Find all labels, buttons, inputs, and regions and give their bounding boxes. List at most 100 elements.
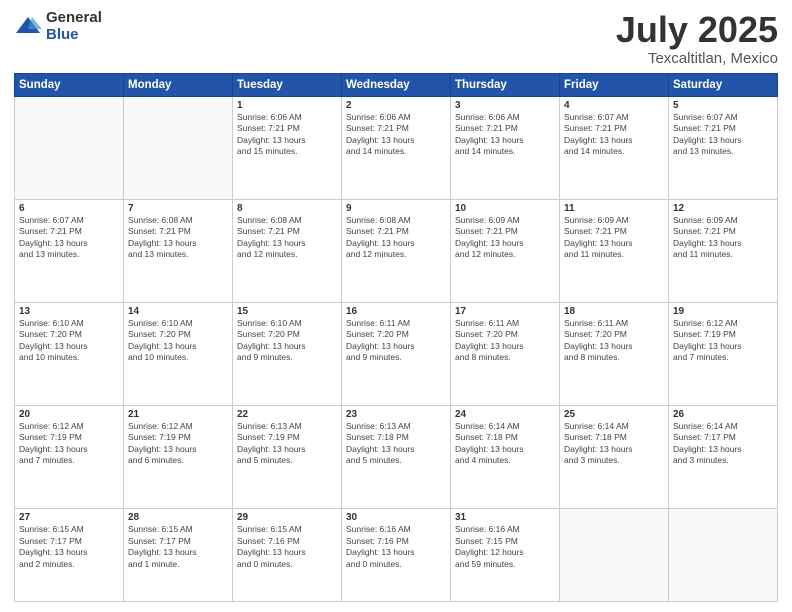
day-cell-17: 17Sunrise: 6:11 AM Sunset: 7:20 PM Dayli… [451, 302, 560, 405]
day-info: Sunrise: 6:06 AM Sunset: 7:21 PM Dayligh… [455, 112, 555, 158]
day-info: Sunrise: 6:11 AM Sunset: 7:20 PM Dayligh… [346, 318, 446, 364]
day-number: 18 [564, 306, 664, 317]
day-number: 5 [673, 100, 773, 111]
day-number: 15 [237, 306, 337, 317]
day-info: Sunrise: 6:12 AM Sunset: 7:19 PM Dayligh… [673, 318, 773, 364]
day-cell-22: 22Sunrise: 6:13 AM Sunset: 7:19 PM Dayli… [233, 406, 342, 509]
day-number: 26 [673, 409, 773, 420]
main-title: July 2025 [616, 10, 778, 50]
day-cell-10: 10Sunrise: 6:09 AM Sunset: 7:21 PM Dayli… [451, 199, 560, 302]
logo-text: General Blue [46, 10, 102, 43]
day-cell-1: 1Sunrise: 6:06 AM Sunset: 7:21 PM Daylig… [233, 96, 342, 199]
day-info: Sunrise: 6:14 AM Sunset: 7:17 PM Dayligh… [673, 421, 773, 467]
day-number: 14 [128, 306, 228, 317]
day-info: Sunrise: 6:15 AM Sunset: 7:17 PM Dayligh… [128, 524, 228, 570]
day-cell-20: 20Sunrise: 6:12 AM Sunset: 7:19 PM Dayli… [15, 406, 124, 509]
day-cell-8: 8Sunrise: 6:08 AM Sunset: 7:21 PM Daylig… [233, 199, 342, 302]
day-number: 17 [455, 306, 555, 317]
day-number: 3 [455, 100, 555, 111]
day-info: Sunrise: 6:08 AM Sunset: 7:21 PM Dayligh… [346, 215, 446, 261]
day-info: Sunrise: 6:10 AM Sunset: 7:20 PM Dayligh… [128, 318, 228, 364]
day-number: 13 [19, 306, 119, 317]
day-cell-18: 18Sunrise: 6:11 AM Sunset: 7:20 PM Dayli… [560, 302, 669, 405]
day-cell-7: 7Sunrise: 6:08 AM Sunset: 7:21 PM Daylig… [124, 199, 233, 302]
empty-cell [124, 96, 233, 199]
day-cell-15: 15Sunrise: 6:10 AM Sunset: 7:20 PM Dayli… [233, 302, 342, 405]
day-number: 30 [346, 512, 446, 523]
col-header-wednesday: Wednesday [342, 73, 451, 96]
header-row: SundayMondayTuesdayWednesdayThursdayFrid… [15, 73, 778, 96]
logo-icon [14, 13, 42, 41]
day-cell-24: 24Sunrise: 6:14 AM Sunset: 7:18 PM Dayli… [451, 406, 560, 509]
day-info: Sunrise: 6:13 AM Sunset: 7:18 PM Dayligh… [346, 421, 446, 467]
col-header-saturday: Saturday [669, 73, 778, 96]
day-number: 27 [19, 512, 119, 523]
week-row-5: 27 Sunrise: 6:15 AM Sunset: 7:17 PM Dayli… [15, 509, 778, 602]
page: General Blue July 2025 Texcaltitlan, Mex… [0, 0, 792, 612]
day-info: Sunrise: 6:08 AM Sunset: 7:21 PM Dayligh… [128, 215, 228, 261]
day-cell-13: 13Sunrise: 6:10 AM Sunset: 7:20 PM Dayli… [15, 302, 124, 405]
day-info: Sunrise: 6:10 AM Sunset: 7:20 PM Dayligh… [19, 318, 119, 364]
day-number: 16 [346, 306, 446, 317]
week-row-1: 1Sunrise: 6:06 AM Sunset: 7:21 PM Daylig… [15, 96, 778, 199]
day-cell-27: 27Sunrise: 6:15 AM Sunset: 7:17 PM Dayli… [15, 509, 124, 602]
day-cell-14: 14Sunrise: 6:10 AM Sunset: 7:20 PM Dayli… [124, 302, 233, 405]
day-number: 10 [455, 203, 555, 214]
day-info: Sunrise: 6:16 AM Sunset: 7:15 PM Dayligh… [455, 524, 555, 570]
day-info: Sunrise: 6:14 AM Sunset: 7:18 PM Dayligh… [455, 421, 555, 467]
day-number: 11 [564, 203, 664, 214]
day-number: 12 [673, 203, 773, 214]
col-header-sunday: Sunday [15, 73, 124, 96]
col-header-monday: Monday [124, 73, 233, 96]
day-info: Sunrise: 6:07 AM Sunset: 7:21 PM Dayligh… [673, 112, 773, 158]
day-cell-19: 19Sunrise: 6:12 AM Sunset: 7:19 PM Dayli… [669, 302, 778, 405]
day-cell-4: 4Sunrise: 6:07 AM Sunset: 7:21 PM Daylig… [560, 96, 669, 199]
day-cell-23: 23Sunrise: 6:13 AM Sunset: 7:18 PM Dayli… [342, 406, 451, 509]
day-info: Sunrise: 6:12 AM Sunset: 7:19 PM Dayligh… [19, 421, 119, 467]
day-number: 8 [237, 203, 337, 214]
day-info: Sunrise: 6:12 AM Sunset: 7:19 PM Dayligh… [128, 421, 228, 467]
week-row-4: 20Sunrise: 6:12 AM Sunset: 7:19 PM Dayli… [15, 406, 778, 509]
logo-general: General [46, 10, 102, 27]
day-cell-21: 21Sunrise: 6:12 AM Sunset: 7:19 PM Dayli… [124, 406, 233, 509]
col-header-thursday: Thursday [451, 73, 560, 96]
day-number: 23 [346, 409, 446, 420]
day-number: 22 [237, 409, 337, 420]
day-info: Sunrise: 6:16 AM Sunset: 7:16 PM Dayligh… [346, 524, 446, 570]
day-number: 25 [564, 409, 664, 420]
empty-cell [15, 96, 124, 199]
day-cell-26: 26Sunrise: 6:14 AM Sunset: 7:17 PM Dayli… [669, 406, 778, 509]
day-info: Sunrise: 6:10 AM Sunset: 7:20 PM Dayligh… [237, 318, 337, 364]
subtitle: Texcaltitlan, Mexico [616, 50, 778, 67]
day-number: 29 [237, 512, 337, 523]
day-number: 21 [128, 409, 228, 420]
day-number: 2 [346, 100, 446, 111]
day-number: 4 [564, 100, 664, 111]
calendar: SundayMondayTuesdayWednesdayThursdayFrid… [14, 73, 778, 602]
week-row-2: 6Sunrise: 6:07 AM Sunset: 7:21 PM Daylig… [15, 199, 778, 302]
day-cell-25: 25Sunrise: 6:14 AM Sunset: 7:18 PM Dayli… [560, 406, 669, 509]
day-number: 6 [19, 203, 119, 214]
day-cell-3: 3Sunrise: 6:06 AM Sunset: 7:21 PM Daylig… [451, 96, 560, 199]
empty-cell [669, 509, 778, 602]
day-cell-9: 9Sunrise: 6:08 AM Sunset: 7:21 PM Daylig… [342, 199, 451, 302]
day-info: Sunrise: 6:06 AM Sunset: 7:21 PM Dayligh… [237, 112, 337, 158]
day-cell-28: 28Sunrise: 6:15 AM Sunset: 7:17 PM Dayli… [124, 509, 233, 602]
day-info: Sunrise: 6:13 AM Sunset: 7:19 PM Dayligh… [237, 421, 337, 467]
day-info: Sunrise: 6:07 AM Sunset: 7:21 PM Dayligh… [19, 215, 119, 261]
day-info: Sunrise: 6:11 AM Sunset: 7:20 PM Dayligh… [455, 318, 555, 364]
header: General Blue July 2025 Texcaltitlan, Mex… [14, 10, 778, 67]
day-cell-5: 5Sunrise: 6:07 AM Sunset: 7:21 PM Daylig… [669, 96, 778, 199]
day-info: Sunrise: 6:09 AM Sunset: 7:21 PM Dayligh… [673, 215, 773, 261]
logo: General Blue [14, 10, 102, 43]
day-number: 31 [455, 512, 555, 523]
day-info: Sunrise: 6:09 AM Sunset: 7:21 PM Dayligh… [455, 215, 555, 261]
day-number: 7 [128, 203, 228, 214]
day-number: 1 [237, 100, 337, 111]
day-cell-29: 29Sunrise: 6:15 AM Sunset: 7:16 PM Dayli… [233, 509, 342, 602]
logo-blue: Blue [46, 27, 102, 44]
day-number: 24 [455, 409, 555, 420]
day-info: Sunrise: 6:14 AM Sunset: 7:18 PM Dayligh… [564, 421, 664, 467]
day-info: Sunrise: 6:08 AM Sunset: 7:21 PM Dayligh… [237, 215, 337, 261]
day-cell-16: 16Sunrise: 6:11 AM Sunset: 7:20 PM Dayli… [342, 302, 451, 405]
